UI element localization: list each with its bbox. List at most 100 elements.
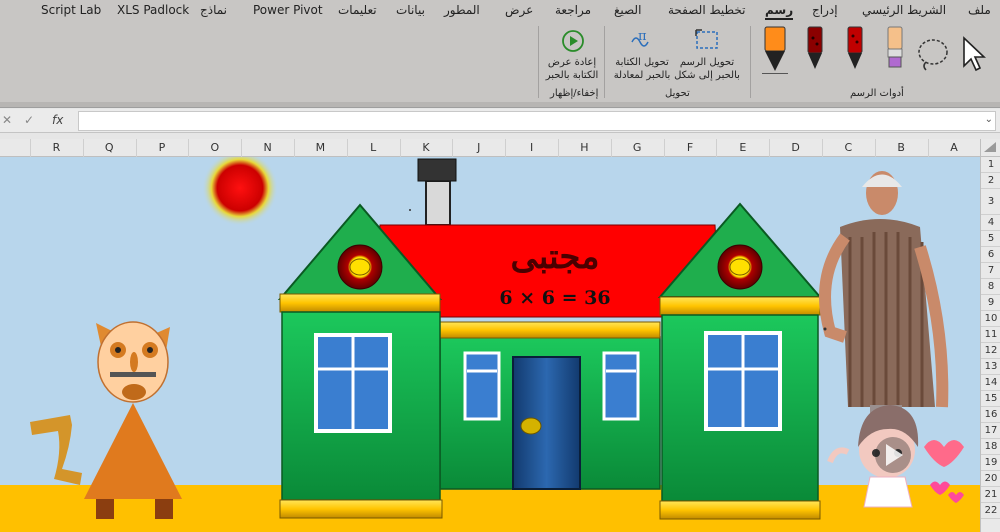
expand-formula-bar-icon[interactable]: ⌄ — [985, 114, 993, 125]
column-header[interactable]: F — [680, 141, 700, 154]
column-header[interactable]: O — [205, 141, 225, 154]
column-separator[interactable] — [663, 139, 665, 157]
column-header[interactable]: G — [627, 141, 647, 154]
column-header[interactable]: H — [574, 141, 594, 154]
tab-xls-padlock[interactable]: XLS Padlock — [117, 3, 189, 17]
row-header[interactable]: 5 — [981, 231, 1000, 247]
column-header[interactable]: R — [46, 141, 66, 154]
row-header[interactable]: 11 — [981, 327, 1000, 343]
column-header[interactable]: C — [838, 141, 858, 154]
select-cursor-icon[interactable] — [958, 36, 988, 76]
tab-file[interactable]: ملف — [968, 3, 991, 17]
tab-page-layout[interactable]: تخطيط الصفحة — [668, 3, 745, 17]
tab-script-lab[interactable]: Script Lab — [41, 3, 101, 17]
tab-help[interactable]: تعليمات — [338, 3, 377, 17]
column-separator[interactable] — [822, 139, 823, 157]
column-header[interactable]: P — [152, 141, 172, 154]
ink-replay-icon[interactable] — [560, 28, 586, 58]
column-header[interactable]: B — [891, 141, 911, 154]
highlighter-purple-icon[interactable] — [884, 26, 906, 76]
column-separator[interactable] — [927, 139, 929, 157]
ink-to-math-label-2: بالحبر لمعادلة — [613, 70, 671, 81]
group-separator — [604, 26, 605, 98]
column-separator[interactable] — [874, 139, 876, 157]
column-header[interactable]: K — [416, 141, 436, 154]
column-separator[interactable] — [346, 139, 348, 157]
column-header[interactable]: E — [733, 141, 753, 154]
column-header[interactable]: L — [363, 141, 383, 154]
row-header[interactable]: 9 — [981, 295, 1000, 311]
column-headers: A B C D E F G H I J K L M N O P Q R — [0, 139, 980, 157]
pen-red-icon[interactable] — [844, 26, 866, 76]
ink-to-shape-icon[interactable] — [694, 28, 720, 58]
row-header[interactable]: 4 — [981, 215, 1000, 231]
row-header[interactable]: 21 — [981, 487, 1000, 503]
row-header[interactable]: 2 — [981, 173, 1000, 189]
ink-to-shape-button[interactable]: تحويل الرسم بالحبر إلى شكل — [674, 56, 740, 82]
row-header[interactable]: 12 — [981, 343, 1000, 359]
row-header[interactable]: 6 — [981, 247, 1000, 263]
tab-draw[interactable]: رسم — [765, 3, 794, 20]
column-separator[interactable] — [30, 139, 31, 157]
ink-to-math-button[interactable]: تحويل الكتابة بالحبر لمعادلة — [610, 56, 674, 82]
tab-power-pivot[interactable]: Power Pivot — [253, 3, 323, 17]
column-header[interactable]: Q — [99, 141, 119, 154]
tab-view[interactable]: عرض — [505, 3, 533, 17]
cancel-icon[interactable]: ✕ — [2, 113, 12, 127]
column-separator[interactable] — [294, 139, 295, 157]
column-separator[interactable] — [241, 139, 243, 157]
column-header[interactable]: J — [469, 141, 489, 154]
row-header[interactable]: 14 — [981, 375, 1000, 391]
pen-darkred-icon[interactable] — [804, 26, 826, 76]
tab-formulas[interactable]: الصيغ — [614, 3, 641, 17]
row-header[interactable]: 3 — [981, 189, 1000, 215]
column-separator[interactable] — [505, 139, 507, 157]
cat-mouth — [122, 384, 146, 400]
column-header[interactable]: D — [786, 141, 806, 154]
row-header[interactable]: 20 — [981, 471, 1000, 487]
lasso-select-icon[interactable] — [916, 36, 952, 76]
column-separator[interactable] — [135, 139, 137, 157]
column-header[interactable]: I — [522, 141, 542, 154]
tab-home[interactable]: الشريط الرئيسي — [862, 3, 946, 17]
small-window-left — [463, 351, 501, 421]
worksheet-canvas[interactable]: مجتبى 6 × 6 = 36 — [0, 157, 980, 532]
column-separator[interactable] — [82, 139, 84, 157]
highlighter-orange-icon[interactable] — [762, 26, 788, 78]
tab-review[interactable]: مراجعة — [555, 3, 591, 17]
row-header[interactable]: 13 — [981, 359, 1000, 375]
column-separator[interactable] — [452, 139, 454, 157]
row-header[interactable]: 10 — [981, 311, 1000, 327]
row-header[interactable]: 17 — [981, 423, 1000, 439]
column-separator[interactable] — [716, 139, 718, 157]
row-header[interactable]: 7 — [981, 263, 1000, 279]
insert-function-icon[interactable]: fx — [52, 113, 63, 127]
formula-input[interactable]: ⌄ — [78, 111, 996, 131]
column-separator[interactable] — [610, 139, 612, 157]
column-separator[interactable] — [188, 139, 190, 157]
select-all-corner[interactable] — [980, 139, 1000, 157]
row-header[interactable]: 15 — [981, 391, 1000, 407]
row-header[interactable]: 18 — [981, 439, 1000, 455]
tab-data[interactable]: بيانات — [396, 3, 425, 17]
column-header[interactable]: M — [310, 141, 330, 154]
column-separator[interactable] — [399, 139, 401, 157]
row-header[interactable]: 22 — [981, 503, 1000, 519]
formula-bar: ✕ ✓ fx ⌄ — [0, 109, 1000, 133]
row-header[interactable]: 19 — [981, 455, 1000, 471]
chimney — [425, 180, 451, 226]
tab-forms[interactable]: نماذج — [200, 3, 227, 17]
column-header[interactable]: N — [258, 141, 278, 154]
column-separator[interactable] — [558, 139, 559, 157]
column-header[interactable]: A — [944, 141, 964, 154]
ink-replay-button[interactable]: إعادة عرض الكتابة بالحبر — [540, 56, 604, 82]
enter-check-icon[interactable]: ✓ — [24, 113, 34, 127]
ink-to-math-icon[interactable]: π — [628, 28, 656, 58]
ink-to-math-label-1: تحويل الكتابة — [615, 57, 669, 68]
row-header[interactable]: 16 — [981, 407, 1000, 423]
column-separator[interactable] — [769, 139, 771, 157]
tab-developer[interactable]: المطور — [444, 3, 480, 17]
row-header[interactable]: 1 — [981, 157, 1000, 173]
row-header[interactable]: 8 — [981, 279, 1000, 295]
tab-insert[interactable]: إدراج — [812, 3, 838, 17]
